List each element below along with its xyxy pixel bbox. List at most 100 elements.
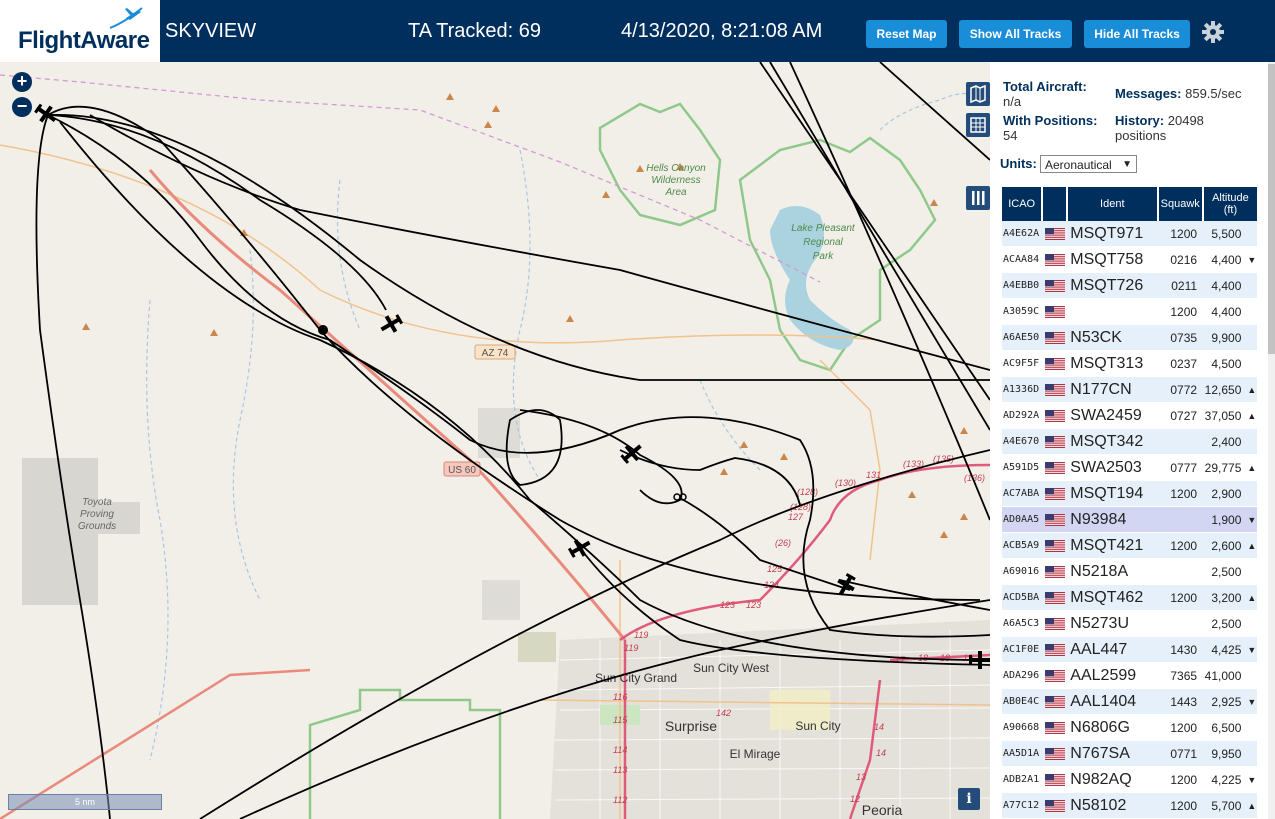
table-row[interactable]: AD292A SWA2459 0727 37,050 ▲ [1002, 403, 1257, 429]
with-positions-value: 54 [1003, 128, 1018, 143]
table-row[interactable]: ADA296 AAL2599 7365 41,000 [1002, 663, 1257, 689]
altitude-trend-icon: ▲ [1247, 540, 1257, 551]
squawk-cell: 7365 [1170, 668, 1198, 683]
scrollbar-thumb[interactable] [1268, 64, 1275, 354]
map-label-sun-city: Sun City [795, 719, 840, 733]
table-row[interactable]: A4E62A MSQT971 1200 5,500 [1002, 221, 1257, 247]
us-flag-icon [1042, 695, 1068, 708]
map-label-peoria: Peoria [862, 802, 903, 818]
ident-cell: AAL2599 [1070, 666, 1137, 684]
icao-cell: AB0E4C [1003, 696, 1040, 707]
map-label-area: Area [664, 187, 687, 198]
route-marker: 13 [856, 772, 866, 782]
table-row[interactable]: AB0E4C AAL1404 1443 2,925 ▼ [1002, 689, 1257, 715]
hide-all-tracks-button[interactable]: Hide All Tracks [1084, 20, 1190, 48]
zoom-out-button[interactable]: − [12, 97, 32, 117]
route-marker: 17 [895, 655, 906, 665]
table-row[interactable]: AD0AA5 N93984 1,900 ▼ [1002, 507, 1257, 533]
squawk-cell: 0735 [1170, 330, 1198, 345]
altitude-cell: 29,775 [1204, 460, 1242, 475]
altitude-cell: 6,500 [1211, 720, 1242, 735]
ident-cell: MSQT342 [1070, 432, 1144, 450]
table-row[interactable]: AC9F5F MSQT313 0237 4,500 [1002, 351, 1257, 377]
ident-cell: MSQT726 [1070, 276, 1144, 294]
column-header-flag[interactable] [1043, 187, 1066, 221]
squawk-cell: 1443 [1170, 694, 1198, 709]
column-header-icao[interactable]: ICAO [1002, 187, 1042, 221]
map-label-sun-city-grand: Sun City Grand [595, 671, 677, 685]
us-flag-icon [1042, 799, 1068, 812]
map-canvas[interactable]: AZ 74 US 60 Hells Canyon Wilderness Area… [0, 62, 990, 819]
ident-cell: MSQT462 [1070, 588, 1144, 606]
table-row[interactable]: AA5D1A N767SA 0771 9,950 [1002, 741, 1257, 767]
column-header-altitude[interactable]: Altitude (ft) [1203, 187, 1257, 221]
map-view[interactable]: AZ 74 US 60 Hells Canyon Wilderness Area… [0, 62, 990, 819]
column-header-squawk[interactable]: Squawk [1158, 187, 1202, 221]
table-row[interactable]: AC7ABA MSQT194 1200 2,900 [1002, 481, 1257, 507]
table-row[interactable]: A1336D N177CN 0772 12,650 ▲ [1002, 377, 1257, 403]
us-flag-icon [1042, 331, 1068, 344]
settings-gear-icon[interactable] [1200, 19, 1226, 45]
table-row[interactable]: ACB5A9 MSQT421 1200 2,600 ▲ [1002, 533, 1257, 559]
icao-cell: ADB2A1 [1003, 774, 1040, 785]
total-aircraft-stat: Total Aircraft: n/a [1003, 79, 1087, 109]
history-stat: History: 20498 positions [1115, 113, 1204, 143]
table-row[interactable]: A3059C 1200 4,400 [1002, 299, 1257, 325]
table-row[interactable]: A6AE50 N53CK 0735 9,900 [1002, 325, 1257, 351]
route-marker: 131 [866, 470, 881, 480]
route-marker: 123 [746, 600, 761, 610]
icao-cell: A69016 [1003, 566, 1040, 577]
ident-cell: N177CN [1070, 380, 1132, 398]
sidebar-scrollbar[interactable] [1268, 62, 1275, 819]
squawk-cell: 0237 [1170, 356, 1198, 371]
column-toggle-icon[interactable] [966, 186, 990, 210]
route-marker: (26) [775, 538, 791, 548]
table-row[interactable]: A69016 N5218A 2,500 [1002, 559, 1257, 585]
column-header-ident[interactable]: Ident [1068, 187, 1157, 221]
icao-cell: AC9F5F [1003, 358, 1040, 369]
history-unit: positions [1115, 128, 1167, 143]
route-marker: 12 [850, 794, 860, 804]
us-flag-icon [1042, 383, 1068, 396]
table-row[interactable]: A6A5C3 N5273U 2,500 [1002, 611, 1257, 637]
squawk-cell: 1200 [1170, 720, 1198, 735]
zoom-in-button[interactable]: + [12, 72, 32, 92]
history-label: History: [1115, 113, 1165, 128]
table-row[interactable]: A591D5 SWA2503 0777 29,775 ▲ [1002, 455, 1257, 481]
flightaware-logo[interactable]: FlightAware [0, 0, 160, 62]
us-flag-icon [1042, 773, 1068, 786]
grid-toggle-icon[interactable] [966, 113, 990, 137]
dropdown-arrow-icon: ▼ [1122, 159, 1132, 170]
history-value: 20498 [1167, 113, 1204, 128]
altitude-trend-icon: ▼ [1247, 696, 1257, 707]
reset-map-button[interactable]: Reset Map [866, 20, 947, 48]
units-select[interactable]: Aeronautical ▼ [1040, 155, 1137, 173]
logo-wordmark: FlightAware [18, 27, 150, 54]
table-row[interactable]: A77C12 N58102 1200 5,700 ▲ [1002, 793, 1257, 819]
map-label-park: Park [813, 251, 835, 262]
ident-cell: SWA2459 [1070, 406, 1142, 424]
squawk-cell: 1200 [1170, 772, 1198, 787]
map-layers-icon[interactable] [966, 82, 990, 106]
altitude-trend-icon: ▲ [1247, 592, 1257, 603]
table-row[interactable]: A4EBB0 MSQT726 0211 4,400 [1002, 273, 1257, 299]
altitude-trend-icon: ▼ [1247, 774, 1257, 785]
us-flag-icon [1042, 487, 1068, 500]
table-row[interactable]: ADB2A1 N982AQ 1200 4,225 ▼ [1002, 767, 1257, 793]
ident-cell: N982AQ [1070, 770, 1132, 788]
table-row[interactable]: AC1F0E AAL447 1430 4,425 ▼ [1002, 637, 1257, 663]
show-all-tracks-button[interactable]: Show All Tracks [959, 20, 1072, 48]
table-row[interactable]: ACAA84 MSQT758 0216 4,400 ▼ [1002, 247, 1257, 273]
table-row[interactable]: ACD5BA MSQT462 1200 3,200 ▲ [1002, 585, 1257, 611]
squawk-cell: 1200 [1170, 486, 1198, 501]
table-row[interactable]: A4E670 MSQT342 2,400 [1002, 429, 1257, 455]
us-flag-icon [1042, 279, 1068, 292]
table-row[interactable]: A90668 N6806G 1200 6,500 [1002, 715, 1257, 741]
altitude-cell: 3,200 [1211, 590, 1242, 605]
ident-cell: AAL1404 [1070, 692, 1137, 710]
route-marker: 116 [613, 692, 627, 702]
squawk-cell: 1200 [1170, 226, 1198, 241]
info-button[interactable]: i [958, 788, 980, 810]
ident-cell: MSQT313 [1070, 354, 1144, 372]
altitude-cell: 2,500 [1211, 616, 1242, 631]
